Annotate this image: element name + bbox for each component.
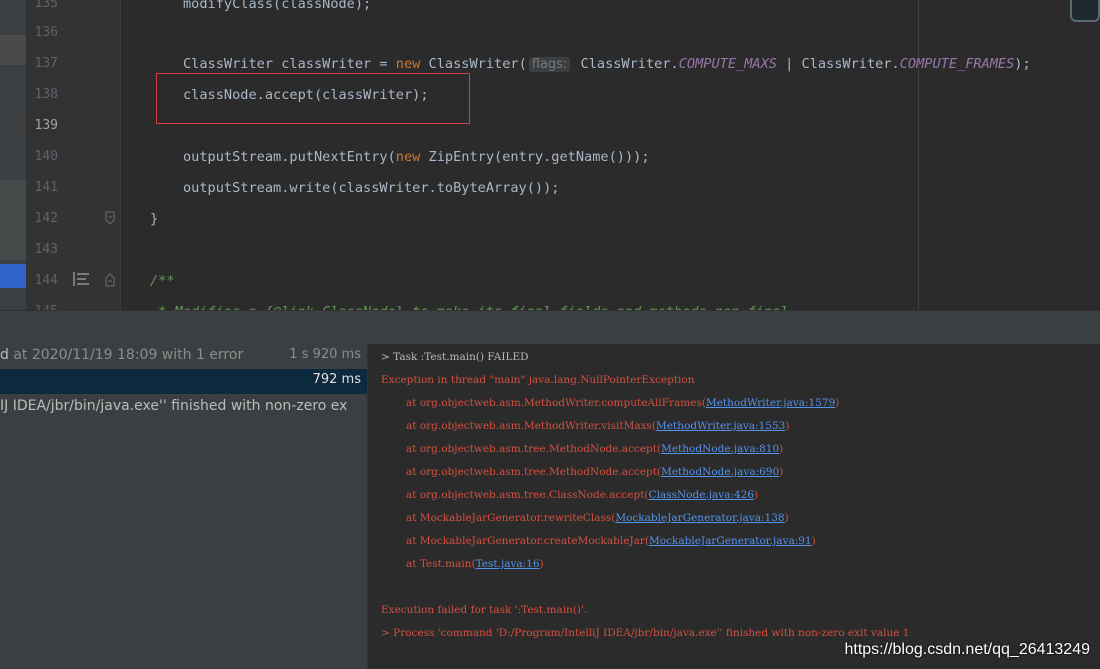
console-process-line: > Process 'command 'D:/Program/IntelliJ … [381,627,910,639]
watermark-url: https://blog.csdn.net/qq_26413249 [844,641,1090,658]
source-link[interactable]: ClassNode.java:426 [649,489,755,501]
indent-guide [120,0,121,310]
parameter-hint: flags: [528,57,571,72]
stack-frame-text: at org.objectweb.asm.MethodWriter.visitM… [406,420,657,432]
strip-marker-selected[interactable] [0,264,26,288]
code-text: outputStream.putNextEntry( [183,149,396,165]
stack-frame-close: ) [835,397,840,409]
tool-window-divider[interactable] [0,310,1100,344]
code-text: ); [1014,56,1031,72]
code-line-comment[interactable]: /** [150,271,175,291]
stack-frame-text: at Test.main( [406,558,476,570]
source-link[interactable]: MethodWriter.java:1579 [706,397,835,409]
right-margin-guide [918,0,919,310]
code-line[interactable]: outputStream.putNextEntry(new ZipEntry(e… [183,147,650,167]
stack-frame-close: ) [784,512,789,524]
strip-marker [0,35,26,65]
line-number: 143 [34,242,58,257]
stack-frame-close: ) [779,466,784,478]
code-editor[interactable]: 135 136 137 138 139 140 141 142 143 144 … [0,0,1100,310]
source-link[interactable]: MockableJarGenerator.java:91 [649,535,812,547]
build-tree-row-selected[interactable]: 792 ms [0,369,367,394]
stack-frame: at MockableJarGenerator.createMockableJa… [406,532,816,550]
stack-frame: at Test.main(Test.java:16) [406,555,544,573]
fold-end-icon[interactable] [103,211,117,225]
console-task-line: > Task :Test.main() FAILED [381,351,529,363]
stack-frame-close: ) [811,535,816,547]
fold-start-icon[interactable] [103,273,117,287]
stack-frame: at org.objectweb.asm.MethodWriter.comput… [406,394,839,412]
stack-frame: at org.objectweb.asm.tree.MethodNode.acc… [406,463,783,481]
stack-frame: at org.objectweb.asm.tree.MethodNode.acc… [406,440,783,458]
stack-frame-text: at org.objectweb.asm.tree.ClassNode.acce… [406,489,649,501]
stack-frame-close: ) [785,420,790,432]
code-text: ZipEntry(entry.getName())); [420,149,650,165]
strip-marker [0,180,26,260]
highlight-annotation-box [156,73,470,124]
line-number: 137 [34,56,58,71]
stack-frame: at org.objectweb.asm.MethodWriter.visitM… [406,417,789,435]
code-line[interactable]: ClassWriter classWriter = new ClassWrite… [183,54,1031,74]
code-text: | ClassWriter. [776,56,900,72]
stack-frame-close: ) [539,558,544,570]
console-exec-failed-line: Execution failed for task ':Test.main()'… [381,604,588,616]
stack-frame-text: at org.objectweb.asm.MethodWriter.comput… [406,397,706,409]
build-status-label: d at 2020/11/19 18:09 with 1 error [0,347,243,363]
line-number: 141 [34,180,58,195]
stack-frame: at MockableJarGenerator.rewriteClass(Moc… [406,509,789,527]
line-number: 138 [34,87,58,102]
stack-frame-text: at org.objectweb.asm.tree.MethodNode.acc… [406,443,662,455]
source-link[interactable]: MockableJarGenerator.java:138 [615,512,784,524]
build-tree-row[interactable]: d at 2020/11/19 18:09 with 1 error 1 s 9… [0,344,367,369]
code-line-comment[interactable]: * Modifies a {@link ClassNode} to make i… [150,302,788,310]
constant: COMPUTE_MAXS [678,56,777,72]
line-number: 140 [34,149,58,164]
line-number-current: 139 [34,118,58,133]
stack-frame-close: ) [779,443,784,455]
keyword-new: new [395,56,421,72]
stack-frame-text: at MockableJarGenerator.createMockableJa… [406,535,650,547]
build-tree-panel[interactable]: d at 2020/11/19 18:09 with 1 error 1 s 9… [0,344,367,669]
editor-left-strip [0,0,26,310]
line-number: 135 [34,0,58,11]
console-exception-line: Exception in thread "main" java.lang.Nul… [381,374,695,386]
stack-frame-text: at MockableJarGenerator.rewriteClass( [406,512,616,524]
keyword-new: new [395,149,421,165]
code-text: ClassWriter( [420,56,527,72]
line-number: 136 [34,25,58,40]
line-number: 142 [34,211,58,226]
code-line[interactable]: modifyClass(classNode); [183,0,371,14]
stack-frame: at org.objectweb.asm.tree.ClassNode.acce… [406,486,758,504]
source-link[interactable]: Test.java:16 [476,558,540,570]
task-duration: 792 ms [312,372,361,387]
build-summary: at 2020/11/19 18:09 with 1 error [8,347,244,363]
source-link[interactable]: MethodWriter.java:1553 [656,420,785,432]
stack-frame-close: ) [754,489,759,501]
editor-corner-widget[interactable] [1070,0,1100,22]
source-link[interactable]: MethodNode.java:690 [661,466,779,478]
line-number: 145 [26,302,58,310]
constant: COMPUTE_FRAMES [899,56,1015,72]
stack-frame-text: at org.objectweb.asm.tree.MethodNode.acc… [406,466,662,478]
code-line[interactable]: outputStream.write(classWriter.toByteArr… [183,178,559,198]
run-console[interactable]: > Task :Test.main() FAILED Exception in … [367,344,1100,669]
line-number: 144 [34,273,58,288]
build-tree-row[interactable]: IJ IDEA/jbr/bin/java.exe'' finished with… [0,395,367,420]
status-word: d [0,347,9,363]
build-duration: 1 s 920 ms [289,347,361,362]
render-doc-icon[interactable] [72,271,90,287]
code-text: ClassWriter classWriter = [183,56,396,72]
source-link[interactable]: MethodNode.java:810 [661,443,779,455]
code-text: ClassWriter. [572,56,679,72]
build-error-label: IJ IDEA/jbr/bin/java.exe'' finished with… [0,398,348,414]
code-line[interactable]: } [150,209,158,229]
